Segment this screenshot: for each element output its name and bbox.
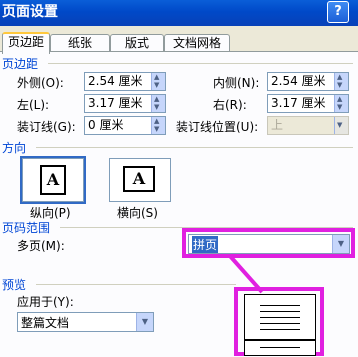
preview-line — [260, 323, 300, 324]
page-divider — [245, 339, 315, 341]
preview-line — [260, 305, 300, 306]
preview-line — [260, 317, 300, 318]
tab-margins[interactable]: 页边距 — [2, 32, 50, 54]
preview-line — [260, 311, 300, 312]
preview-line — [260, 347, 300, 348]
preview-page-icon — [244, 294, 316, 356]
preview-line — [260, 329, 300, 330]
